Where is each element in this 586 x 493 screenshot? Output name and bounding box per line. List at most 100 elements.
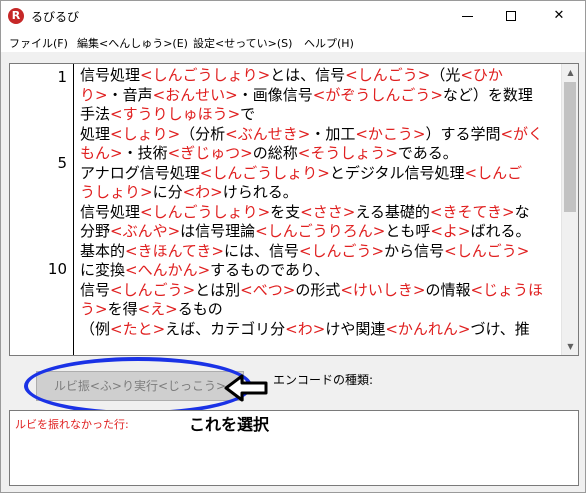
body-text: は信号理論 <box>180 222 256 240</box>
body-text: ・画像信号 <box>237 85 313 104</box>
minimize-icon <box>462 16 473 17</box>
app-logo-icon: R <box>8 8 24 24</box>
ruby-reading: <しんごう> <box>110 280 196 299</box>
menu-file[interactable]: ファイル(F) <box>9 35 68 51</box>
ruby-reading: <ささ> <box>300 202 356 221</box>
minimize-button[interactable] <box>445 1 489 31</box>
editor-line: （例<たと>えば、カテゴリ分<わ>けや関連<かんれん>づけ、推 <box>80 320 560 340</box>
body-text: ・音声 <box>107 85 153 104</box>
editor-line: う>を得<え>るもの <box>80 300 560 320</box>
body-text: ）する学問 <box>425 124 501 143</box>
text-editor[interactable]: 1 5 10 信号処理<しんごうしょり>とは、信号<しんごう>（光<ひか り>・音… <box>9 63 579 356</box>
ruby-reading: <ぶんや> <box>110 222 181 240</box>
body-text: の情報 <box>425 280 471 299</box>
body-text: 信号処理 <box>80 202 141 221</box>
scroll-up-icon[interactable]: ▲ <box>562 64 579 81</box>
body-text: えば、カテゴリ分 <box>165 319 286 338</box>
ruby-reading: <かんれん> <box>385 319 471 338</box>
ruby-reading: <しんごう> <box>298 241 385 260</box>
failed-lines-box[interactable]: ルビを振れなかった行: <box>9 410 579 486</box>
ruby-reading: <おんせい> <box>152 85 238 104</box>
ruby-reading: <たと> <box>110 319 166 338</box>
editor-text-area[interactable]: 信号処理<しんごうしょり>とは、信号<しんごう>（光<ひか り>・音声<おんせい>… <box>80 66 560 353</box>
body-text: 手法 <box>80 105 111 123</box>
body-text: 分野 <box>80 222 111 240</box>
scrollbar-thumb[interactable] <box>564 82 576 212</box>
body-text: 信号 <box>80 280 111 299</box>
ruby-reading: <しんごう> <box>444 241 530 260</box>
close-icon: ✕ <box>553 8 565 23</box>
body-text: とデジタル信号処理 <box>329 163 465 182</box>
ruby-reading: <しんごう> <box>345 66 431 84</box>
line-number: 1 <box>57 68 67 86</box>
body-text: の形式 <box>295 280 341 299</box>
title-bar[interactable]: R るびるび ✕ <box>1 1 585 31</box>
ruby-reading: <がく <box>500 124 544 143</box>
left-arrow-icon <box>224 374 268 402</box>
body-text: で <box>240 105 256 123</box>
body-text: とは別 <box>195 280 241 299</box>
ruby-reading: <かこう> <box>355 124 426 143</box>
ruby-reading: <よ> <box>430 222 471 240</box>
body-text: に分 <box>152 183 183 201</box>
ruby-reading: <きほんてき> <box>125 241 224 260</box>
select-callout: これを選択 <box>189 415 270 434</box>
ruby-reading: う> <box>80 300 108 318</box>
editor-line: 処理<しょり>（分析<ぶんせき>・加工<かこう>）する学問<がく <box>80 125 560 145</box>
ruby-reading: <わ> <box>182 183 223 201</box>
body-text: づけ、推 <box>470 319 530 338</box>
editor-line: アナログ信号処理<しんごうしょり>とデジタル信号処理<しんご <box>80 164 560 184</box>
maximize-icon <box>506 11 516 21</box>
line-number: 5 <box>57 154 67 172</box>
body-text: である。 <box>397 144 458 162</box>
body-text: ばれる。 <box>470 222 531 240</box>
body-text: な <box>514 202 530 221</box>
editor-line: に変換<へんかん>するものであり、 <box>80 261 560 281</box>
editor-line: り>・音声<おんせい>・画像信号<がぞうしんごう>など）を数理 <box>80 86 560 106</box>
failed-lines-label: ルビを振れなかった行: <box>15 418 129 431</box>
body-text: 処理 <box>80 124 111 143</box>
ruby-reading: <え> <box>137 300 178 318</box>
editor-line: 手法<すうりしゅほう>で <box>80 105 560 125</box>
maximize-button[interactable] <box>489 1 533 31</box>
body-text: など）を数理 <box>442 85 533 104</box>
ruby-reading: <がぞうしんごう> <box>312 85 443 104</box>
ruby-reading: <しんごうしょり> <box>140 202 271 221</box>
ruby-reading: <けいしき> <box>340 280 426 299</box>
highlight-ellipse <box>24 357 252 415</box>
menu-settings[interactable]: 設定<せってい>(S) <box>193 35 292 51</box>
vertical-scrollbar[interactable]: ▲ ▼ <box>561 64 578 355</box>
ruby-reading: <すうりしゅほう> <box>110 105 241 123</box>
ruby-reading: <しんごうしょり> <box>140 66 271 84</box>
menu-help[interactable]: ヘルプ(H) <box>304 35 354 51</box>
editor-line: もん>・技術<ぎじゅつ>の総称<そうしょう>である。 <box>80 144 560 164</box>
body-text: を支 <box>270 202 301 221</box>
menu-edit[interactable]: 編集<へんしゅう>(E) <box>77 35 188 51</box>
body-text: （分析 <box>180 124 226 143</box>
ruby-reading: <しょり> <box>110 124 181 143</box>
ruby-reading: <しんご <box>464 163 523 182</box>
ruby-reading: <しんごうりろん> <box>255 222 386 240</box>
body-text: える基礎的 <box>355 202 430 221</box>
editor-line: 信号処理<しんごうしょり>とは、信号<しんごう>（光<ひか <box>80 66 560 86</box>
scroll-down-icon[interactable]: ▼ <box>562 338 579 355</box>
window-title: るびるび <box>31 10 80 24</box>
body-text: けや関連 <box>325 319 386 338</box>
ruby-reading: <べつ> <box>240 280 296 299</box>
editor-line: 基本的<きほんてき>には、信号<しんごう>から信号<しんごう> <box>80 242 560 262</box>
body-text: （光 <box>430 66 461 84</box>
ruby-reading: <じょうほ <box>470 280 544 299</box>
ruby-reading: <へんかん> <box>125 261 211 279</box>
body-text: の総称 <box>252 144 298 162</box>
ruby-reading: り> <box>80 85 108 104</box>
ruby-reading: もん> <box>80 144 123 162</box>
menu-bar: ファイル(F) 編集<へんしゅう>(E) 設定<せってい>(S) ヘルプ(H) <box>1 31 585 53</box>
body-text: （例 <box>80 319 111 338</box>
body-text: するものであり、 <box>210 261 330 279</box>
body-text: から信号 <box>384 241 445 260</box>
ruby-reading: <わ> <box>285 319 326 338</box>
close-button[interactable]: ✕ <box>537 1 581 31</box>
ruby-reading: <そうしょう> <box>297 144 398 162</box>
encoding-label: エンコードの種類: <box>273 373 374 387</box>
body-text: けられる。 <box>222 183 298 201</box>
